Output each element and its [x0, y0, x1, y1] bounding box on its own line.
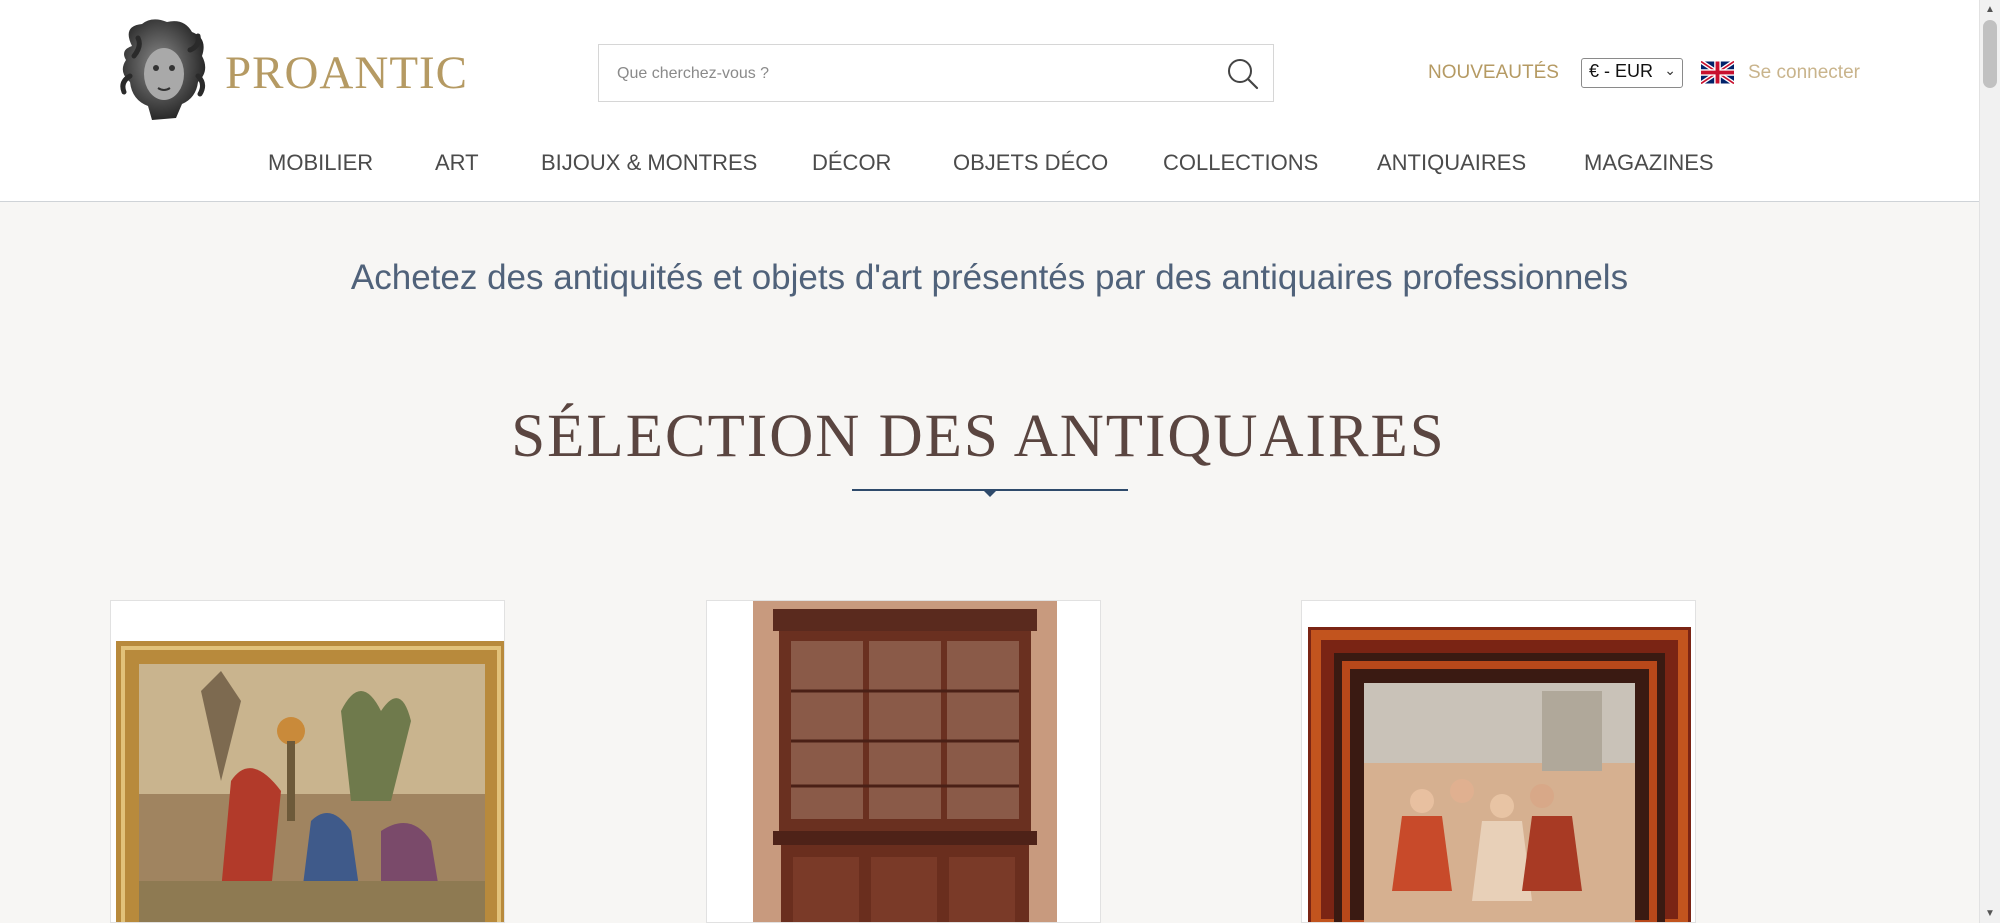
scroll-down-arrow-icon[interactable]: ▼	[1985, 908, 1995, 919]
login-link[interactable]: Se connecter	[1748, 62, 1860, 84]
tagline: Achetez des antiquités et objets d'art p…	[350, 258, 1629, 297]
section-title: SÉLECTION DES ANTIQUAIRES	[511, 403, 1446, 470]
nav-item-decor[interactable]: DÉCOR	[812, 150, 891, 176]
nav-item-antiquaires[interactable]: ANTIQUAIRES	[1377, 150, 1526, 176]
currency-value: € - EUR	[1589, 61, 1654, 81]
site-header: PROANTIC NOUVEAUTÉS € - EUR ⌄ Se connect…	[0, 0, 1979, 202]
brand-name[interactable]: PROANTIC	[225, 46, 468, 100]
bookcase-image	[707, 601, 1100, 922]
medusa-head-logo[interactable]	[112, 16, 212, 122]
scroll-thumb[interactable]	[1983, 20, 1997, 88]
currency-select[interactable]: € - EUR ⌄	[1581, 58, 1683, 88]
nav-item-mobilier[interactable]: MOBILIER	[268, 150, 373, 176]
framed-painting-image	[1302, 601, 1695, 922]
product-card-painting[interactable]	[110, 600, 505, 923]
nav-item-collections[interactable]: COLLECTIONS	[1163, 150, 1318, 176]
search-bar	[598, 44, 1274, 102]
product-card-framed-painting[interactable]	[1301, 600, 1696, 923]
search-input[interactable]	[617, 61, 1177, 87]
product-card-bookcase[interactable]	[706, 600, 1101, 923]
nav-item-bijoux-montres[interactable]: BIJOUX & MONTRES	[541, 150, 757, 176]
uk-flag-icon[interactable]	[1701, 61, 1734, 84]
search-button[interactable]	[1221, 53, 1263, 95]
nav-item-art[interactable]: ART	[435, 150, 479, 176]
main-nav: MOBILIER ART BIJOUX & MONTRES DÉCOR OBJE…	[108, 122, 1849, 202]
chevron-down-icon: ⌄	[1664, 62, 1676, 78]
nav-item-objets-deco[interactable]: OBJETS DÉCO	[953, 150, 1108, 176]
scroll-up-arrow-icon[interactable]: ▲	[1985, 4, 1995, 15]
divider-arrow-icon	[983, 490, 997, 497]
page-scrollbar[interactable]: ▲ ▼	[1979, 0, 2000, 923]
painting-image	[111, 601, 504, 922]
nouveautes-link[interactable]: NOUVEAUTÉS	[1428, 62, 1559, 84]
nav-item-magazines[interactable]: MAGAZINES	[1584, 150, 1714, 176]
search-icon	[1228, 59, 1259, 90]
